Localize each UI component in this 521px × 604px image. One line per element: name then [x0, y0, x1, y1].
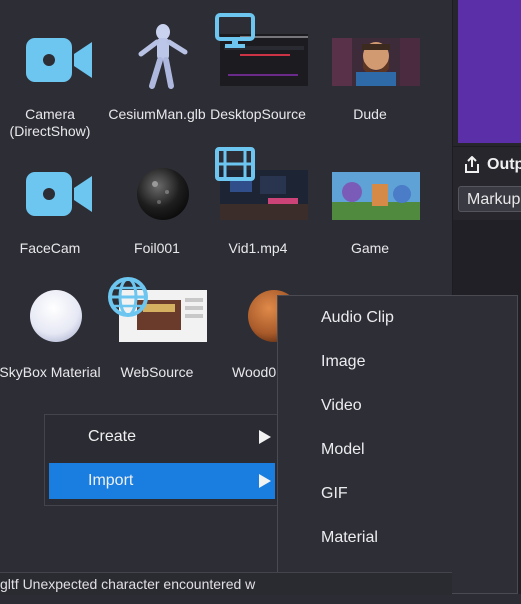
menu-item-label: Model	[321, 441, 365, 458]
menu-item-label: Create	[88, 428, 137, 445]
submenu-item-image[interactable]: Image	[278, 340, 517, 384]
markup-dropdown[interactable]: Markup	[458, 186, 521, 212]
output-header: Outp	[453, 146, 521, 183]
submenu-item-material[interactable]: Material	[278, 516, 517, 560]
material-sphere-white	[12, 282, 100, 354]
asset-tile-vid1[interactable]: Vid1.mp4	[202, 144, 314, 282]
status-bar: gltf Unexpected character encountered w	[0, 572, 452, 595]
context-menu-item-create[interactable]: Create	[49, 419, 275, 455]
status-message: gltf Unexpected character encountered w	[0, 576, 256, 592]
asset-tile-cesiumman[interactable]: CesiumMan.glb	[101, 10, 213, 148]
submenu-item-model[interactable]: Model	[278, 428, 517, 472]
import-submenu: Audio Clip Image Video Model GIF Materia…	[277, 295, 518, 594]
output-title: Outp	[487, 156, 521, 173]
submenu-item-gif[interactable]: GIF	[278, 472, 517, 516]
asset-tile-facecam[interactable]: FaceCam	[0, 144, 106, 282]
asset-label: FaceCam	[19, 240, 81, 256]
context-menu-item-import[interactable]: Import	[49, 463, 275, 499]
video-camera-icon	[12, 158, 100, 230]
asset-label: WebSource	[120, 364, 194, 380]
asset-tile-skybox[interactable]: SkyBox Material	[0, 268, 106, 406]
asset-tile-foil001[interactable]: Foil001	[101, 144, 213, 282]
character-thumbnail	[332, 24, 420, 96]
video-camera-icon	[12, 24, 100, 96]
asset-label: Foil001	[134, 240, 180, 256]
submenu-item-audio-clip[interactable]: Audio Clip	[278, 296, 517, 340]
menu-item-label: Import	[88, 472, 134, 489]
submenu-item-video[interactable]: Video	[278, 384, 517, 428]
asset-label: Vid1.mp4	[228, 240, 288, 256]
film-strip-icon	[214, 146, 256, 189]
asset-label: Camera (DirectShow)	[9, 106, 91, 139]
menu-item-label: GIF	[321, 485, 348, 502]
asset-tile-websource[interactable]: WebSource	[101, 268, 213, 406]
material-sphere-dark	[119, 158, 207, 230]
asset-label: DesktopSource	[210, 106, 306, 122]
asset-tile-desktopsource[interactable]: DesktopSource	[202, 10, 314, 148]
game-thumbnail	[332, 158, 420, 230]
submenu-arrow-icon	[259, 430, 271, 444]
asset-label: SkyBox Material	[0, 364, 101, 380]
asset-label: CesiumMan.glb	[108, 106, 206, 122]
menu-item-label: Video	[321, 397, 362, 414]
asset-label: Dude	[353, 106, 387, 122]
context-menu: Create Import	[44, 414, 280, 506]
globe-icon	[107, 276, 149, 323]
menu-item-label: Audio Clip	[321, 309, 394, 326]
menu-item-label: Material	[321, 529, 378, 546]
asset-tile-camera[interactable]: Camera (DirectShow)	[0, 10, 106, 148]
preview-area	[458, 0, 521, 143]
desktop-monitor-icon	[214, 12, 256, 55]
submenu-arrow-icon	[259, 474, 271, 488]
menu-item-label: Image	[321, 353, 366, 370]
asset-tile-game[interactable]: Game	[314, 144, 426, 282]
asset-tile-dude[interactable]: Dude	[314, 10, 426, 148]
3d-model-figure-icon	[119, 24, 207, 96]
asset-label: Game	[350, 240, 390, 256]
share-export-icon[interactable]	[463, 155, 481, 174]
